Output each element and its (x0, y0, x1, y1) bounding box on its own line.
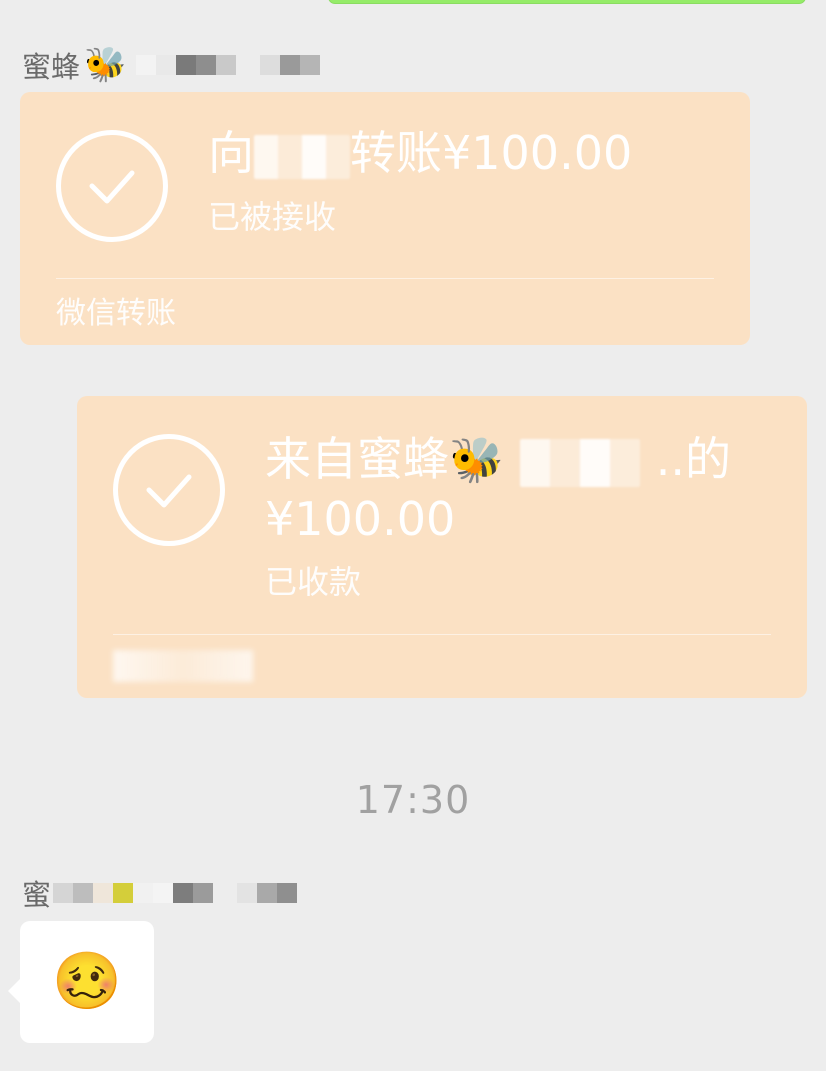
sender-name-row: 蜜 (22, 871, 298, 915)
bee-icon: 🐝 (449, 435, 504, 486)
bubble-divider (56, 278, 714, 279)
transfer-sent-title-suffix: 转账¥100.00 (350, 126, 633, 180)
transfer-sent-title-prefix: 向 (208, 126, 254, 180)
transfer-received-amount: ¥100.00 (265, 492, 456, 546)
blurred-name-mosaic (53, 873, 298, 913)
check-circle-icon (56, 130, 168, 242)
bee-icon: 🐝 (84, 45, 127, 85)
transfer-sent-status: 已被接收 (208, 198, 337, 236)
sender-name: 蜜 (22, 878, 52, 912)
blurred-sender-name (519, 438, 640, 487)
blurred-footer-label (113, 650, 253, 686)
transfer-sent-title: 向 转账¥100.00 (208, 126, 632, 181)
transfer-sent-footer: 微信转账 (56, 296, 176, 331)
blurred-name-mosaic (136, 45, 321, 85)
check-circle-icon (113, 434, 225, 546)
previous-outgoing-bubble[interactable] (328, 0, 806, 4)
transfer-received-status: 已收款 (265, 563, 362, 601)
message-timestamp: 17:30 (355, 778, 471, 822)
transfer-received-bubble[interactable]: 来自蜜蜂🐝 ..的 ¥100.00 已收款 (77, 396, 807, 698)
emoji-sticker: 🥴 (52, 949, 122, 1014)
transfer-received-title: 来自蜜蜂🐝 ..的 (265, 432, 731, 488)
transfer-received-title-suffix: ..的 (655, 432, 732, 486)
transfer-sent-bubble[interactable]: 向 转账¥100.00 已被接收 微信转账 (20, 92, 750, 345)
sender-name-row: 蜜蜂 🐝 (22, 43, 321, 87)
bubble-divider (113, 634, 771, 635)
sender-name: 蜜蜂 (22, 50, 81, 84)
transfer-received-title-prefix: 来自蜜蜂 (265, 432, 449, 486)
sticker-message-bubble[interactable]: 🥴 (8, 921, 154, 1043)
blurred-recipient-name (254, 134, 350, 179)
